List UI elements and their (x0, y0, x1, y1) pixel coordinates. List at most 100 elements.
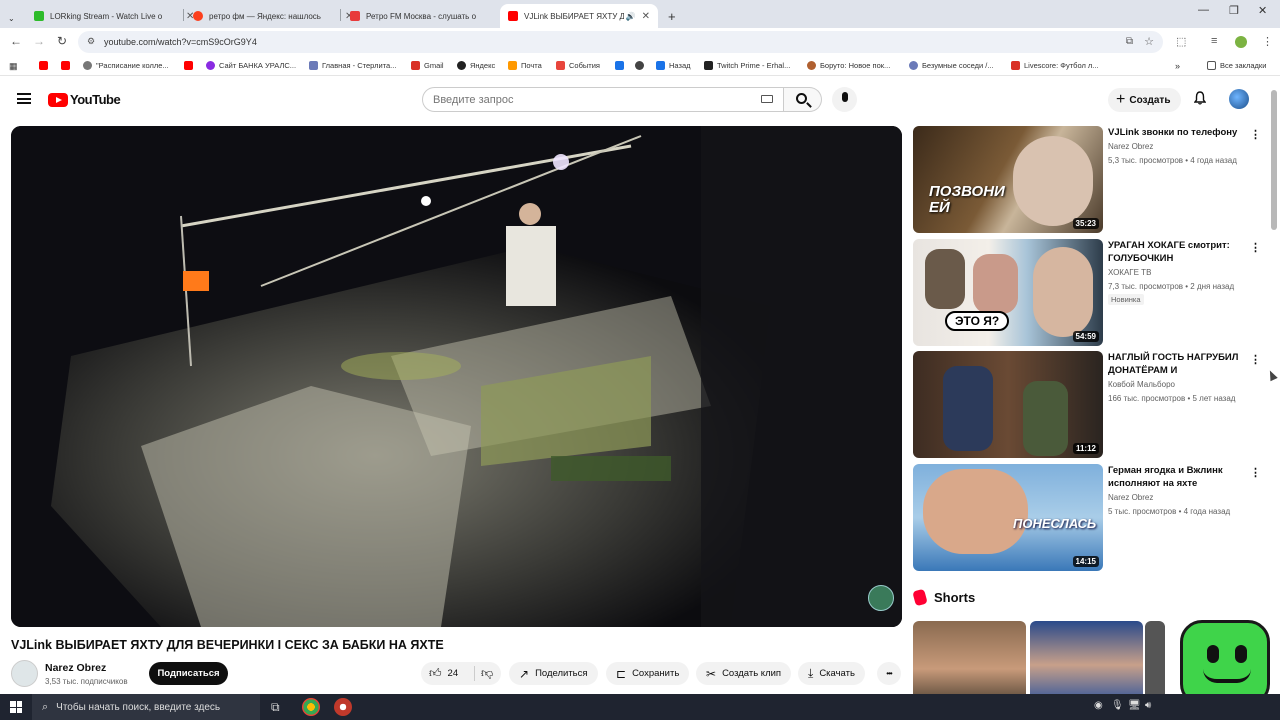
short-thumbnail[interactable] (913, 621, 1026, 701)
recommendation-channel[interactable]: Narez Obrez (1108, 142, 1153, 151)
recommendation-item[interactable]: 11:12 НАГЛЫЙ ГОСТЬ НАГРУБИЛ ДОНАТЁРАМ И … (913, 351, 1263, 458)
browser-tab-1[interactable]: LORking Stream - Watch Live o ✕ (26, 4, 202, 28)
new-tab-button[interactable]: + (660, 4, 684, 28)
app-icon[interactable] (334, 698, 352, 716)
video-thumbnail[interactable]: 11:12 (913, 351, 1103, 458)
restore-icon[interactable]: ❐ (1229, 4, 1239, 17)
site-icon (807, 61, 816, 70)
create-clip-button[interactable]: ✂ Создать клип (696, 662, 792, 685)
share-button[interactable]: ↗ Поделиться (509, 662, 598, 685)
browser-tab-active[interactable]: VJLink ВЫБИРАЕТ ЯХТУ ДЛ 🔊 ✕ (500, 4, 658, 28)
short-thumbnail[interactable] (1030, 621, 1143, 701)
video-thumbnail[interactable]: ЭТО Я? 54:59 (913, 239, 1103, 346)
recommendation-channel[interactable]: Narez Obrez (1108, 493, 1153, 502)
bookmark-item[interactable] (615, 61, 628, 70)
bookmark-item[interactable] (635, 61, 648, 70)
more-bookmarks-icon[interactable]: » (1175, 61, 1180, 71)
kebab-menu-icon[interactable]: ⋮ (1250, 353, 1261, 366)
account-avatar[interactable] (1229, 89, 1249, 109)
bookmark-item[interactable]: Gmail (411, 61, 444, 70)
like-button[interactable]: 👍︎ 24 (429, 666, 458, 681)
video-player[interactable] (11, 126, 902, 627)
microphone-tray-icon[interactable]: 🎙︎ (1111, 700, 1124, 711)
subscribe-button[interactable]: Подписаться (149, 662, 228, 685)
audio-playing-icon[interactable]: 🔊 (626, 12, 636, 21)
browser-tab-2[interactable]: ретро фм — Яндекс: нашлось ✕ (185, 4, 361, 28)
bookmark-item[interactable]: Twitch Prime - Erhal... (704, 61, 790, 70)
browser-tab-3[interactable]: Ретро FM Москва - слушать о ✕ (342, 4, 518, 28)
bookmark-star-icon[interactable]: ☆ (1144, 35, 1154, 48)
more-actions-button[interactable]: ••• (877, 662, 901, 685)
address-bar[interactable]: ⚙ youtube.com/watch?v=cmS9cOrG9Y4 ⧉ ☆ (78, 31, 1163, 53)
channel-watermark[interactable] (868, 585, 894, 611)
extensions-icon[interactable]: ⬚ (1176, 35, 1186, 48)
bookmark-item[interactable]: Livescore: Футбол л... (1011, 61, 1099, 70)
save-button[interactable]: ⊏ Сохранить (606, 662, 690, 685)
install-app-icon[interactable]: ⧉ (1126, 36, 1133, 47)
new-badge: Новинка (1108, 294, 1144, 305)
gmail-icon (411, 61, 420, 70)
windows-start-icon[interactable] (10, 701, 22, 713)
bookmark-item[interactable] (61, 61, 74, 70)
chrome-icon[interactable] (302, 698, 320, 716)
hamburger-menu-icon[interactable] (17, 93, 31, 104)
tab-list-button[interactable]: ⌄ (0, 6, 23, 30)
bookmark-item[interactable] (39, 61, 52, 70)
network-icon[interactable]: 🖥︎ (1128, 700, 1141, 711)
bookmark-item[interactable]: Главная - Стерлита... (309, 61, 396, 70)
bookmark-item[interactable]: Безумные соседи /... (909, 61, 994, 70)
address-url[interactable]: youtube.com/watch?v=cmS9cOrG9Y4 (104, 37, 257, 47)
menu-kebab-icon[interactable]: ⋮ (1262, 35, 1273, 48)
dislike-button[interactable]: 👎︎ (481, 666, 493, 681)
volume-icon[interactable]: 🔊︎ (1145, 700, 1151, 711)
video-thumbnail[interactable]: ПОНЕСЛАСЬ 14:15 (913, 464, 1103, 571)
forward-icon[interactable]: → (33, 34, 45, 48)
channel-name[interactable]: Narez Obrez (45, 662, 106, 674)
bookmark-item[interactable]: Назад (656, 61, 691, 70)
recommendation-title[interactable]: VJLink звонки по телефону (1108, 126, 1244, 139)
bookmark-item[interactable]: Боруто: Новое пок... (807, 61, 890, 70)
download-button[interactable]: ⤓ Скачать (798, 662, 865, 685)
channel-avatar[interactable] (11, 660, 38, 687)
keyboard-icon[interactable] (761, 95, 773, 103)
site-info-icon[interactable]: ⚙ (87, 36, 95, 47)
close-window-icon[interactable]: ✕ (1258, 4, 1267, 17)
short-thumbnail[interactable] (1145, 621, 1165, 701)
video-thumbnail[interactable]: ПОЗВОНИ ЕЙ 35:23 (913, 126, 1103, 233)
minimize-icon[interactable]: — (1198, 4, 1209, 16)
bookmark-item[interactable]: "Расписание колле... (83, 61, 169, 70)
profile-icon[interactable] (1235, 36, 1247, 48)
bookmark-item[interactable]: Почта (508, 61, 542, 70)
reload-icon[interactable]: ↻ (57, 34, 67, 48)
voice-search-button[interactable] (832, 87, 857, 112)
bookmark-item[interactable]: События (556, 61, 600, 70)
recommendation-title[interactable]: НАГЛЫЙ ГОСТЬ НАГРУБИЛ ДОНАТЁРАМ И ПОПЛАТ… (1108, 351, 1244, 377)
recommendation-channel[interactable]: ХОКАГЕ ТВ (1108, 268, 1151, 277)
kebab-menu-icon[interactable]: ⋮ (1250, 466, 1261, 479)
recommendation-title[interactable]: Герман ягодка и Вжлинк исполняют на яхте (1108, 464, 1244, 490)
youtube-logo[interactable]: YouTube (48, 92, 121, 107)
bookmark-item[interactable]: Сайт БАНКА УРАЛС... (206, 61, 296, 70)
bookmark-item[interactable] (184, 61, 197, 70)
search-button[interactable] (784, 87, 822, 112)
kebab-menu-icon[interactable]: ⋮ (1250, 128, 1261, 141)
search-input[interactable]: Введите запрос (422, 87, 784, 112)
recommendation-item[interactable]: ПОЗВОНИ ЕЙ 35:23 VJLink звонки по телефо… (913, 126, 1263, 233)
recommendation-item[interactable]: ПОНЕСЛАСЬ 14:15 Герман ягодка и Вжлинк и… (913, 464, 1263, 571)
bookmark-item[interactable]: Яндекс (457, 61, 495, 70)
close-icon[interactable]: ✕ (642, 11, 650, 22)
all-bookmarks[interactable]: Все закладки (1207, 61, 1266, 70)
recommendation-title[interactable]: УРАГАН ХОКАГЕ смотрит: ГОЛУБОЧКИН УНИЧТО… (1108, 239, 1244, 265)
apps-grid-icon[interactable]: ▦ (9, 61, 18, 72)
create-button[interactable]: + Создать (1108, 88, 1181, 112)
page-scrollbar[interactable] (1271, 90, 1277, 230)
tray-app-icon[interactable]: ◉ (1094, 700, 1103, 711)
recommendation-channel[interactable]: Ковбой Мальборо (1108, 380, 1175, 389)
taskbar-search[interactable]: ⌕ Чтобы начать поиск, введите здесь (32, 694, 260, 720)
task-view-icon[interactable]: ⧉ (271, 700, 280, 715)
back-icon[interactable]: ← (10, 34, 22, 48)
kebab-menu-icon[interactable]: ⋮ (1250, 241, 1261, 254)
recommendation-item[interactable]: ЭТО Я? 54:59 УРАГАН ХОКАГЕ смотрит: ГОЛУ… (913, 239, 1263, 346)
reading-list-icon[interactable]: ≡ (1211, 35, 1217, 47)
notifications-bell-icon[interactable] (1194, 91, 1206, 105)
